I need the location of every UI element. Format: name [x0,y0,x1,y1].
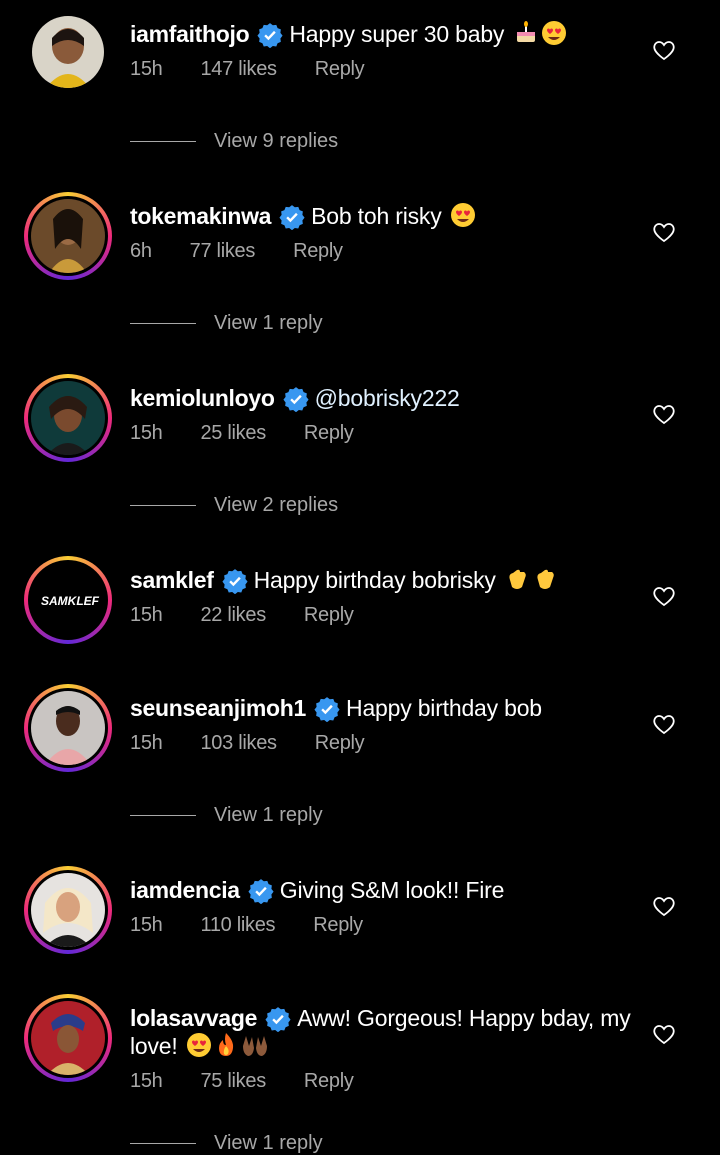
verified-badge-icon [248,879,274,904]
avatar[interactable] [24,866,112,954]
verified-badge-icon [265,1007,291,1032]
verified-badge-icon [283,387,309,412]
comment-username[interactable]: iamdencia [130,877,240,903]
like-heart-icon[interactable] [652,402,676,426]
reply-button[interactable]: Reply [315,732,365,754]
comment-likes[interactable]: 110 likes [200,914,275,936]
view-replies-button[interactable]: View 1 reply [130,804,323,827]
raised-hands-emoji-icon [240,1032,270,1064]
verified-badge-icon [314,697,340,722]
comment-time: 15h [130,58,163,80]
view-replies-button[interactable]: View 2 replies [130,494,338,517]
heart-eyes-emoji-icon [450,202,476,234]
comment-username[interactable]: seunseanjimoh1 [130,695,306,721]
verified-badge-icon [279,205,305,230]
avatar[interactable]: SAMKLEF [24,556,112,644]
comment-username[interactable]: kemiolunloyo [130,385,275,411]
reply-button[interactable]: Reply [304,422,354,444]
like-heart-icon[interactable] [652,712,676,736]
comment-likes[interactable]: 25 likes [200,422,266,444]
comment-likes[interactable]: 103 likes [200,732,277,754]
fire-emoji-icon [214,1032,238,1064]
like-heart-icon[interactable] [652,220,676,244]
avatar[interactable] [24,192,112,280]
avatar[interactable] [24,374,112,462]
avatar[interactable] [24,994,112,1082]
verified-badge-icon [257,23,283,48]
comment-time: 6h [130,240,152,262]
reply-button[interactable]: Reply [313,914,363,936]
avatar[interactable] [24,8,112,96]
comment-text: Happy super 30 baby [289,21,505,47]
comment-text: Happy birthday bobrisky [253,567,496,593]
comment-time: 15h [130,732,163,754]
like-heart-icon[interactable] [652,894,676,918]
verified-badge-icon [222,569,248,594]
cake-emoji-icon [513,20,539,52]
clapping-hand-emoji-icon [532,566,558,598]
comment-time: 15h [130,604,163,626]
reply-button[interactable]: Reply [293,240,343,262]
comment-username[interactable]: iamfaithojo [130,21,250,47]
like-heart-icon[interactable] [652,1022,676,1046]
comment-likes[interactable]: 77 likes [190,240,256,262]
reply-button[interactable]: Reply [304,604,354,626]
view-replies-button[interactable]: View 9 replies [130,130,338,153]
view-replies-button[interactable]: View 1 reply [130,312,323,335]
mention-link[interactable]: @bobrisky222 [315,385,460,411]
reply-button[interactable]: Reply [315,58,365,80]
comment-username[interactable]: samklef [130,567,214,593]
clapping-hand-emoji-icon [504,566,530,598]
like-heart-icon[interactable] [652,38,676,62]
like-heart-icon[interactable] [652,584,676,608]
comment-time: 15h [130,1070,163,1092]
comment-likes[interactable]: 75 likes [200,1070,266,1092]
comment-likes[interactable]: 22 likes [200,604,266,626]
comment-username[interactable]: tokemakinwa [130,203,271,229]
comment-time: 15h [130,422,163,444]
comment-text: Happy birthday bob [346,695,542,721]
avatar-logo-text: SAMKLEF [41,594,100,608]
heart-eyes-emoji-icon [541,20,567,52]
avatar[interactable] [24,684,112,772]
comment-likes[interactable]: 147 likes [200,58,277,80]
comment-time: 15h [130,914,163,936]
heart-eyes-emoji-icon [186,1032,212,1064]
comment-text: Giving S&M look!! Fire [279,877,505,903]
view-replies-button[interactable]: View 1 reply [130,1132,323,1155]
comment-username[interactable]: lolasavvage [130,1005,257,1031]
comment-text: Bob toh risky [311,203,442,229]
reply-button[interactable]: Reply [304,1070,354,1092]
